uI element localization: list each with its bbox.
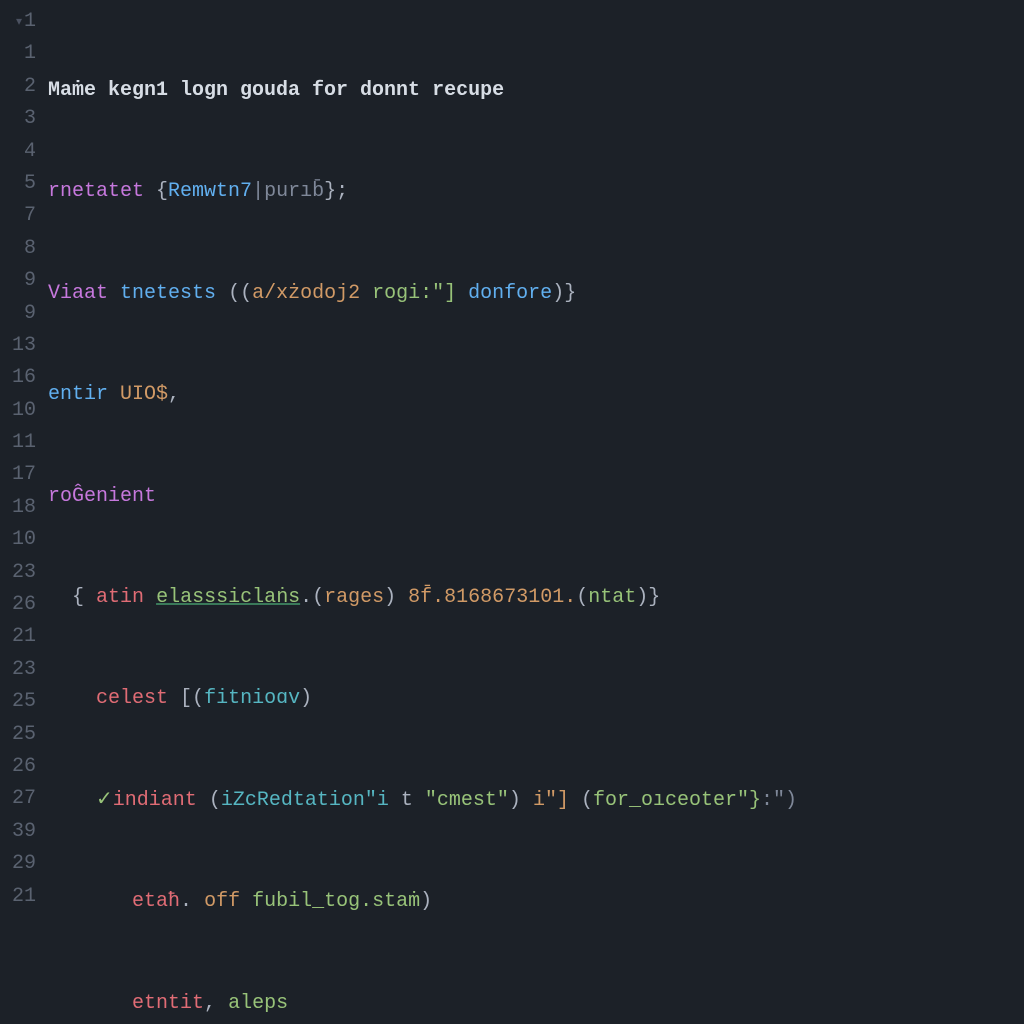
code-line[interactable]: ✓indiant (iZcRedtation"i t "cmest") i"] … [48,785,1024,817]
file-title: Maṁe kegn1 logn gouda for donnt recupe [48,79,504,102]
line-number: 5 [0,168,36,200]
code-line[interactable]: Maṁe kegn1 logn gouda for donnt recupe [48,75,1024,107]
code-line[interactable]: celest [(fitnioɑv) [48,683,1024,715]
code-line[interactable]: roĜenient [48,481,1024,513]
line-number: 9 [0,265,36,297]
line-number: 4 [0,136,36,168]
line-number: 21 [0,621,36,653]
line-number: 23 [0,557,36,589]
line-number: 9 [0,298,36,330]
check-icon: ✓ [96,789,113,812]
line-number: 21 [0,881,36,913]
line-number: 2 [0,71,36,103]
line-number: 8 [0,233,36,265]
code-line[interactable]: entir UIO$, [48,379,1024,411]
line-number: 1 [0,6,36,38]
line-number: 26 [0,589,36,621]
code-area[interactable]: Maṁe kegn1 logn gouda for donnt recupe r… [44,6,1024,1024]
code-line[interactable]: etntit, aleps [48,988,1024,1020]
line-number: 26 [0,751,36,783]
line-number: 18 [0,492,36,524]
line-number: 10 [0,395,36,427]
line-number-gutter: 1123457899131610111718102326212325252627… [0,6,44,1024]
code-editor[interactable]: 1123457899131610111718102326212325252627… [0,0,1024,1024]
line-number: 25 [0,686,36,718]
line-number: 23 [0,654,36,686]
code-line[interactable]: { atin elasssiclaṅs.(rages) 8f̄.81686731… [48,582,1024,614]
line-number: 10 [0,524,36,556]
line-number: 11 [0,427,36,459]
line-number: 17 [0,459,36,491]
line-number: 1 [0,38,36,70]
line-number: 3 [0,103,36,135]
line-number: 7 [0,200,36,232]
code-line[interactable]: rnetatet {Remwtn7|purıb̄}; [48,176,1024,208]
line-number: 29 [0,848,36,880]
line-number: 39 [0,816,36,848]
line-number: 16 [0,362,36,394]
line-number: 27 [0,783,36,815]
line-number: 13 [0,330,36,362]
code-line[interactable]: etaħ. off fubil_toɡ.staṁ) [48,886,1024,918]
line-number: 25 [0,719,36,751]
code-line[interactable]: Viaat tnetests ((a/xżodoj2 rogi:"] donfo… [48,278,1024,310]
